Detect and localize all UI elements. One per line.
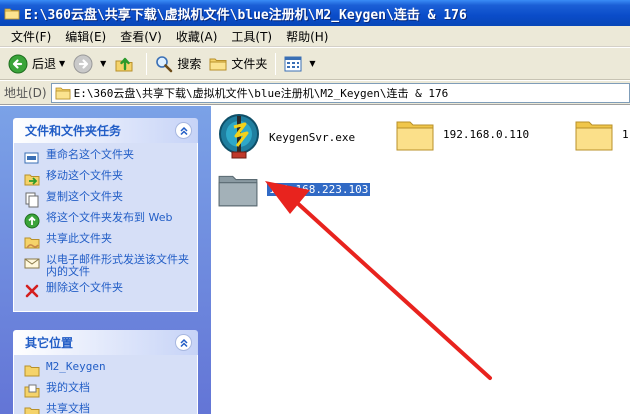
file-name: 192.168.223.103 (265, 181, 372, 197)
folders-icon (209, 58, 227, 70)
address-label: 地址(D) (4, 86, 47, 100)
folder-icon (55, 87, 71, 99)
menu-tools[interactable]: 工具(T) (224, 28, 279, 45)
menu-edit[interactable]: 编辑(E) (58, 28, 113, 45)
file-name: 192.168.0.110 (443, 127, 530, 141)
back-arrow-icon (8, 54, 28, 73)
place-shared-documents[interactable]: 共享文档 (24, 403, 193, 414)
back-dropdown-icon[interactable]: ▼ (59, 59, 65, 68)
menu-favorites[interactable]: 收藏(A) (169, 28, 225, 45)
file-name: KeygenSvr.exe (269, 130, 356, 144)
menu-help[interactable]: 帮助(H) (279, 28, 335, 45)
menu-bar: 文件(F) 编辑(E) 查看(V) 收藏(A) 工具(T) 帮助(H) (0, 26, 630, 47)
forward-arrow-icon (73, 54, 93, 73)
forward-dropdown-icon[interactable]: ▼ (100, 59, 106, 68)
task-publish-web[interactable]: 将这个文件夹发布到 Web (24, 212, 193, 229)
folders-label: 文件夹 (231, 57, 268, 71)
collapse-icon[interactable] (175, 122, 192, 139)
other-places-panel: 其它位置 M2_Keygen 我的文档 共享文档 (13, 330, 198, 414)
window-title: E:\360云盘\共享下载\虚拟机文件\blue注册机\M2_Keygen\连击… (24, 7, 467, 23)
menu-view[interactable]: 查看(V) (113, 28, 169, 45)
toolbar: 后退 ▼ ▼ 搜索 文件夹 ▼ (0, 48, 630, 80)
file-item-folder-192-168-223-103[interactable]: 192.168.223.103 (217, 168, 372, 210)
back-button[interactable]: 后退 ▼ (4, 51, 69, 77)
other-places-body: M2_Keygen 我的文档 共享文档 (13, 355, 198, 414)
folder-icon (4, 8, 20, 20)
search-button[interactable]: 搜索 (151, 51, 205, 77)
shared-documents-icon (24, 407, 40, 414)
copy-icon (25, 192, 39, 208)
up-folder-icon (115, 57, 133, 71)
search-icon (156, 55, 173, 72)
file-view[interactable]: KeygenSvr.exe 192.168.0.110 1 192.168.22… (211, 106, 630, 414)
task-share-folder[interactable]: 共享此文件夹 (24, 233, 193, 250)
views-icon (284, 56, 302, 71)
folders-button[interactable]: 文件夹 (205, 51, 271, 77)
file-item-folder-1[interactable]: 1 (574, 114, 629, 154)
task-email-files[interactable]: 以电子邮件形式发送该文件夹内的文件 (24, 254, 193, 278)
back-label: 后退 (32, 57, 57, 71)
other-places-header[interactable]: 其它位置 (13, 330, 198, 355)
collapse-icon[interactable] (175, 334, 192, 351)
file-folder-tasks-header[interactable]: 文件和文件夹任务 (13, 118, 198, 143)
share-icon (24, 237, 40, 249)
file-item-keygensvr[interactable]: KeygenSvr.exe (217, 112, 355, 162)
address-path: E:\360云盘\共享下载\虚拟机文件\blue注册机\M2_Keygen\连击… (73, 86, 449, 100)
file-item-folder-192-168-0-110[interactable]: 192.168.0.110 (395, 114, 529, 154)
address-input[interactable]: E:\360云盘\共享下载\虚拟机文件\blue注册机\M2_Keygen\连击… (50, 82, 630, 103)
my-documents-icon (24, 384, 40, 398)
forward-button[interactable]: ▼ (69, 51, 110, 77)
task-delete-folder[interactable]: 删除这个文件夹 (24, 282, 193, 299)
email-icon (24, 258, 40, 269)
title-bar[interactable]: E:\360云盘\共享下载\虚拟机文件\blue注册机\M2_Keygen\连击… (0, 0, 630, 26)
rename-icon (24, 152, 39, 164)
address-bar: 地址(D) E:\360云盘\共享下载\虚拟机文件\blue注册机\M2_Key… (0, 81, 630, 105)
file-folder-tasks-body: 重命名这个文件夹 移动这个文件夹 复制这个文件夹 将这个文件夹发布到 Web 共… (13, 143, 198, 312)
menu-file[interactable]: 文件(F) (4, 28, 58, 45)
folder-icon (396, 121, 434, 151)
place-my-documents[interactable]: 我的文档 (24, 382, 193, 399)
search-label: 搜索 (177, 57, 202, 71)
toolbar-separator (275, 52, 277, 75)
views-dropdown-icon[interactable]: ▼ (309, 59, 315, 68)
up-folder-button[interactable] (110, 51, 142, 77)
publish-web-icon (24, 213, 40, 229)
move-icon (24, 174, 40, 186)
folder-icon (24, 365, 40, 377)
task-move-folder[interactable]: 移动这个文件夹 (24, 170, 193, 187)
task-rename-folder[interactable]: 重命名这个文件夹 (24, 149, 193, 166)
folder-icon (575, 121, 613, 151)
panel-title: 文件和文件夹任务 (25, 124, 122, 138)
views-button[interactable]: ▼ (280, 51, 319, 77)
delete-icon (25, 284, 39, 298)
task-copy-folder[interactable]: 复制这个文件夹 (24, 191, 193, 208)
panel-title: 其它位置 (25, 336, 74, 350)
toolbar-separator (146, 52, 148, 75)
place-m2-keygen[interactable]: M2_Keygen (24, 361, 193, 378)
folder-icon (218, 175, 258, 207)
file-folder-tasks-panel: 文件和文件夹任务 重命名这个文件夹 移动这个文件夹 复制这个文件夹 将这个文件夹… (13, 118, 198, 312)
task-pane: 文件和文件夹任务 重命名这个文件夹 移动这个文件夹 复制这个文件夹 将这个文件夹… (0, 106, 211, 414)
file-name: 1 (622, 127, 629, 141)
keygen-exe-icon (219, 114, 259, 159)
